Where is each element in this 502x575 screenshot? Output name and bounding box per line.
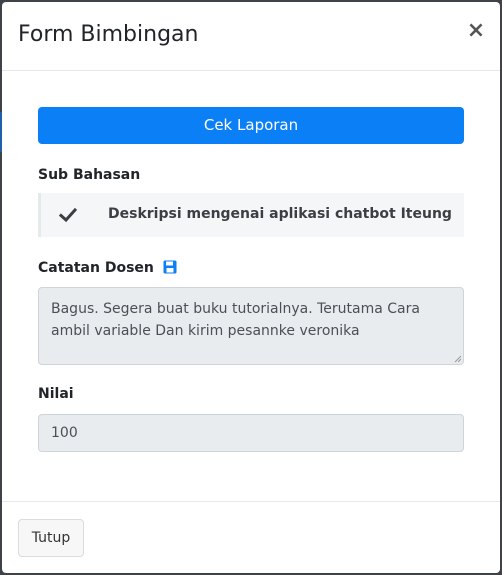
check-report-button[interactable]: Cek Laporan: [38, 107, 464, 144]
modal-title: Form Bimbingan: [18, 22, 199, 47]
modal-header: Form Bimbingan ×: [2, 2, 500, 71]
save-icon[interactable]: [163, 260, 177, 274]
catatan-dosen-text: Catatan Dosen: [38, 260, 154, 276]
catatan-dosen-textarea[interactable]: Bagus. Segera buat buku tutorialnya. Ter…: [38, 287, 464, 365]
resize-grip-icon[interactable]: [452, 353, 462, 363]
modal-footer: Tutup: [2, 501, 500, 573]
sub-bahasan-list-item: Deskripsi mengenai aplikasi chatbot Iteu…: [38, 193, 464, 237]
modal-body: Cek Laporan Sub Bahasan Deskripsi mengen…: [38, 107, 464, 452]
nilai-input[interactable]: 100: [38, 414, 464, 452]
guidance-form-modal: Form Bimbingan × Cek Laporan Sub Bahasan…: [2, 2, 500, 573]
close-button[interactable]: Tutup: [18, 519, 84, 557]
nilai-label: Nilai: [38, 386, 74, 402]
catatan-dosen-label: Catatan Dosen: [38, 260, 177, 276]
sub-bahasan-text: Deskripsi mengenai aplikasi chatbot Iteu…: [108, 206, 452, 222]
check-icon: [58, 207, 78, 223]
close-icon[interactable]: ×: [466, 19, 486, 43]
sub-bahasan-label: Sub Bahasan: [38, 167, 141, 183]
